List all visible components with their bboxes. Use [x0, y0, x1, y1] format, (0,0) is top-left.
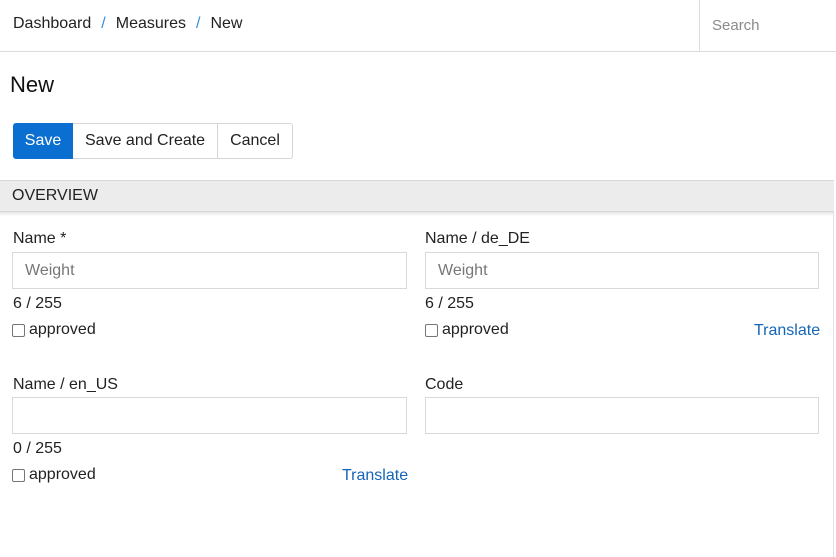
panel-border	[833, 212, 834, 557]
name-en-input[interactable]	[12, 397, 407, 434]
breadcrumb-separator: /	[101, 15, 106, 32]
breadcrumb-current: New	[210, 15, 243, 32]
name-en-char-counter: 0 / 255	[13, 440, 62, 457]
name-en-approved-checkbox[interactable]	[12, 468, 25, 482]
name-approved[interactable]: approved	[12, 321, 96, 339]
action-buttons: Save Save and Create Cancel	[13, 123, 293, 159]
name-input[interactable]	[12, 252, 407, 289]
code-label: Code	[425, 376, 464, 393]
name-en-approved[interactable]: approved	[12, 466, 96, 484]
save-button[interactable]: Save	[13, 123, 73, 159]
save-and-create-button[interactable]: Save and Create	[73, 123, 219, 159]
top-bar: Dashboard / Measures / New	[0, 0, 836, 52]
name-de-approved-checkbox[interactable]	[425, 323, 438, 337]
name-char-counter: 6 / 255	[13, 295, 62, 312]
name-en-approved-label: approved	[29, 466, 96, 483]
name-de-input[interactable]	[425, 252, 819, 289]
name-de-approved[interactable]: approved	[425, 321, 509, 339]
breadcrumb-measures[interactable]: Measures	[116, 15, 186, 33]
breadcrumb-dashboard[interactable]: Dashboard	[13, 15, 91, 33]
breadcrumb: Dashboard / Measures / New	[13, 15, 242, 33]
name-en-translate-link[interactable]: Translate	[342, 467, 408, 485]
name-de-char-counter: 6 / 255	[425, 295, 474, 312]
breadcrumb-separator: /	[195, 15, 201, 32]
name-label: Name *	[13, 230, 67, 247]
search-input[interactable]	[700, 0, 836, 51]
name-en-label: Name / en_US	[13, 376, 118, 393]
name-de-translate-link[interactable]: Translate	[754, 322, 820, 340]
name-de-label: Name / de_DE	[425, 230, 530, 247]
section-header-overview[interactable]: OVERVIEW	[0, 180, 834, 212]
code-input[interactable]	[425, 397, 819, 434]
search-box	[699, 0, 836, 51]
cancel-button[interactable]: Cancel	[218, 123, 293, 159]
name-de-approved-label: approved	[442, 321, 509, 338]
name-approved-checkbox[interactable]	[12, 323, 25, 337]
name-approved-label: approved	[29, 321, 96, 338]
page-title: New	[10, 72, 55, 97]
section-divider	[0, 212, 834, 216]
